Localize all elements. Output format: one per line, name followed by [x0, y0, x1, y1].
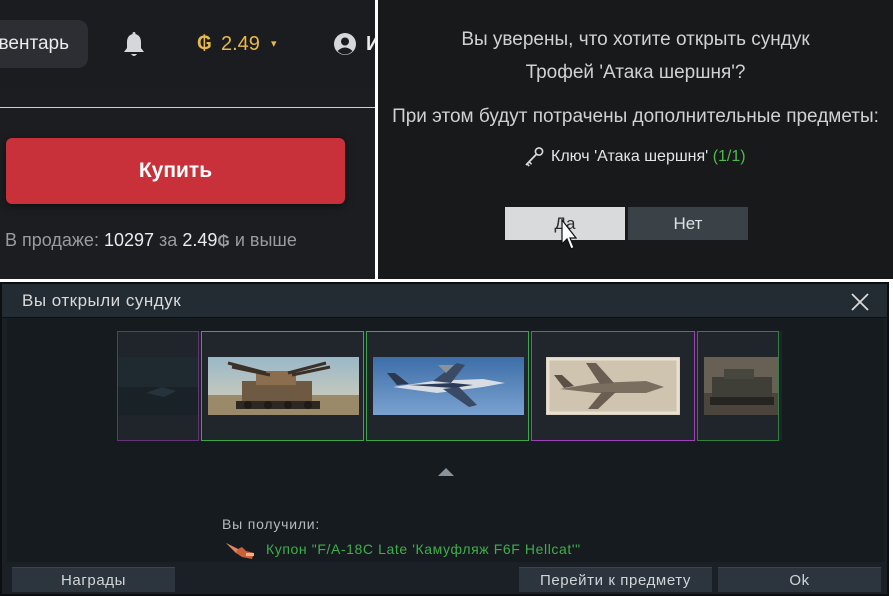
username[interactable]: И: [366, 32, 375, 56]
confirm-question-line2: Трофей 'Атака шершня'?: [525, 62, 746, 83]
top-navigation-bar: вентарь ₲ 2.49 ▾ И: [0, 0, 375, 88]
on-sale-info: В продаже: 10297 за 2.49₲ и выше: [5, 228, 297, 254]
roulette-strip: [117, 331, 782, 441]
notification-bell-icon[interactable]: [121, 31, 147, 59]
dialog-title: Вы открыли сундук: [22, 291, 182, 310]
dialog-titlebar: Вы открыли сундук: [2, 284, 887, 318]
confirm-question-line1: Вы уверены, что хотите открыть сундук: [461, 29, 810, 50]
close-icon[interactable]: [849, 291, 871, 313]
extra-items-label: При этом будут потрачены дополнительные …: [392, 106, 879, 127]
no-button[interactable]: Нет: [628, 207, 748, 240]
chevron-down-icon[interactable]: ▾: [271, 35, 277, 53]
on-sale-count: 10297: [103, 230, 155, 250]
reward-name[interactable]: Купон "F/A-18C Late 'Камуфляж F6F Hellca…: [266, 541, 581, 557]
selection-marker-bottom-icon: [438, 468, 454, 476]
rewards-button[interactable]: Награды: [12, 567, 175, 592]
gaijin-coin-icon: ₲: [217, 233, 230, 250]
key-count: (1/1): [712, 148, 746, 165]
price-suffix: и выше: [234, 230, 297, 250]
price-value: 2.49: [182, 230, 218, 250]
go-to-item-button[interactable]: Перейти к предмету: [519, 567, 712, 592]
item-thumbnail: [118, 357, 198, 415]
on-sale-label: В продаже:: [5, 230, 99, 250]
item-thumbnail: [208, 357, 359, 415]
gaijin-coin-icon: ₲: [197, 33, 212, 54]
reward-item[interactable]: Купон "F/A-18C Late 'Камуфляж F6F Hellca…: [224, 538, 581, 560]
ok-button[interactable]: Ok: [718, 567, 881, 592]
chest-opened-dialog: Вы открыли сундук Вы получили: Купон "F/…: [0, 282, 889, 596]
item-thumbnail: [546, 357, 680, 415]
received-label: Вы получили:: [222, 516, 321, 532]
roulette-card-tank: [697, 331, 779, 441]
inventory-button[interactable]: вентарь: [0, 20, 88, 68]
roulette-card-vintage-jet: [531, 331, 695, 441]
mouse-cursor-icon: [561, 219, 577, 250]
market-panel: вентарь ₲ 2.49 ▾ И Купить В продаже: 102…: [0, 0, 375, 279]
key-icon: [525, 146, 544, 167]
for-label: за: [159, 230, 178, 250]
roulette-card-anti-air-tank: [201, 331, 364, 441]
buy-button[interactable]: Купить: [6, 138, 345, 204]
dialog-content: [7, 318, 884, 562]
avatar-icon[interactable]: [333, 32, 357, 56]
confirm-dialog: Вы уверены, что хотите открыть сундук Тр…: [378, 0, 893, 279]
item-thumbnail: [704, 357, 778, 415]
selection-marker-top-icon: [438, 365, 454, 373]
divider: [0, 107, 375, 108]
key-name: Ключ 'Атака шершня': [551, 148, 709, 165]
key-item: Ключ 'Атака шершня' (1/1): [523, 145, 746, 169]
roulette-card-unknown-item: [117, 331, 199, 441]
balance-amount[interactable]: 2.49: [221, 32, 260, 56]
roulette-card-fa-18c: [366, 331, 529, 441]
coupon-icon: [226, 543, 254, 560]
